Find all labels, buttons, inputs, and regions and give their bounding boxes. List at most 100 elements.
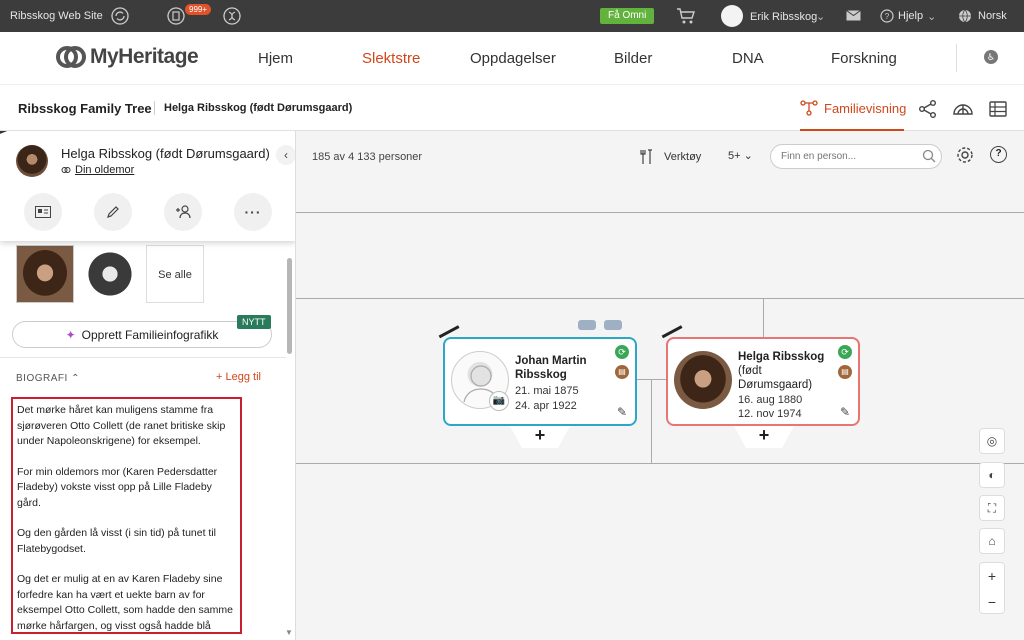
record-match-icon[interactable]: ▤ xyxy=(838,365,852,379)
tree-canvas[interactable]: 📷 Johan Martin Ribsskog 21. mai 1875 24.… xyxy=(296,183,1024,640)
person-card-helga[interactable]: Helga Ribsskog (født Dørumsgaard) 16. au… xyxy=(661,325,860,426)
zoom-controls: + − xyxy=(979,562,1005,614)
section-divider xyxy=(0,357,286,358)
user-avatar[interactable] xyxy=(721,5,743,27)
person-name: Helga Ribsskog (født Dørumsgaard) xyxy=(738,350,828,392)
id-card-icon xyxy=(35,206,51,218)
globe-icon[interactable]: ◎ xyxy=(979,428,1005,454)
person-card-johan[interactable]: 📷 Johan Martin Ribsskog 21. mai 1875 24.… xyxy=(438,325,637,426)
collapse-panel-button[interactable]: ‹ xyxy=(276,145,295,165)
get-omni-button[interactable]: Få Omni xyxy=(600,8,655,24)
new-badge: NYTT xyxy=(237,315,271,329)
tree-line xyxy=(296,212,1024,213)
sparkle-icon: ✦ xyxy=(65,327,76,342)
sync-icon[interactable] xyxy=(110,6,130,26)
add-relative-button[interactable] xyxy=(164,193,202,231)
biography-heading[interactable]: BIOGRAFI ⌃ xyxy=(16,373,80,384)
biography-paragraph: Og det er mulig at en av Karen Fladeby s… xyxy=(17,573,233,632)
more-icon: ··· xyxy=(244,204,262,220)
person-maiden-name: (født Dørumsgaard) xyxy=(738,365,813,391)
help-icon[interactable]: ? xyxy=(990,146,1007,163)
person-panel: Helga Ribsskog (født Dørumsgaard) Din ol… xyxy=(0,131,296,640)
nav-discoveries[interactable]: Oppdagelser xyxy=(470,50,556,67)
person-name-main: Helga Ribsskog xyxy=(738,351,825,363)
site-link[interactable]: Ribsskog Web Site xyxy=(10,10,103,22)
smart-match-icon[interactable]: ⟳ xyxy=(615,345,629,359)
smart-match-icon[interactable]: ⟳ xyxy=(838,345,852,359)
add-relative-plus[interactable]: + xyxy=(510,426,570,448)
notifications-icon[interactable] xyxy=(166,6,186,26)
accessibility-icon[interactable]: ♿ xyxy=(984,50,998,64)
relationship-icon xyxy=(61,167,71,173)
biography-text: Det mørke håret kan muligens stamme fra … xyxy=(11,397,242,634)
add-biography-button[interactable]: + Legg til xyxy=(216,371,261,383)
dna-icon[interactable] xyxy=(222,6,242,26)
add-person-icon xyxy=(176,205,191,219)
list-view-icon[interactable] xyxy=(988,99,1008,119)
profile-card-button[interactable] xyxy=(24,193,62,231)
person-name: Johan Martin Ribsskog xyxy=(515,355,587,381)
family-view-tab[interactable]: Familievisning xyxy=(800,100,906,116)
death-date: 12. nov 1974 xyxy=(738,408,802,420)
search-icon[interactable] xyxy=(922,149,936,166)
nav-home[interactable]: Hjem xyxy=(258,50,293,67)
zoom-in-button[interactable]: + xyxy=(980,563,1004,589)
deceased-mark xyxy=(438,325,463,345)
zoom-out-button[interactable]: − xyxy=(980,589,1004,615)
myheritage-logo[interactable]: MyHeritage xyxy=(56,45,199,69)
camera-icon[interactable]: 📷 xyxy=(489,391,509,411)
language-selector[interactable]: Norsk xyxy=(958,9,1007,23)
family-view-icon xyxy=(800,100,818,116)
nav-dna[interactable]: DNA xyxy=(732,50,764,67)
person-photo[interactable] xyxy=(674,351,732,409)
language-label: Norsk xyxy=(978,10,1007,22)
logo-icon xyxy=(56,46,86,68)
deceased-mark xyxy=(661,325,686,345)
scrollbar-thumb[interactable] xyxy=(287,258,292,354)
nav-divider xyxy=(956,44,957,72)
record-match-icon[interactable]: ▤ xyxy=(615,365,629,379)
cart-icon[interactable] xyxy=(676,7,696,28)
user-name[interactable]: Erik Ribsskog xyxy=(750,11,817,23)
tools-button[interactable]: Verktøy xyxy=(640,149,701,165)
help-menu[interactable]: ? Hjelp ⌄ xyxy=(880,9,936,23)
home-icon[interactable]: ⌂ xyxy=(979,528,1005,554)
infographic-label: Opprett Familieinfografikk xyxy=(81,327,219,342)
fullscreen-icon[interactable]: ⛶ xyxy=(979,495,1005,521)
family-view-label: Familievisning xyxy=(824,100,907,116)
spouse-connector[interactable] xyxy=(578,319,624,331)
chevron-down-icon[interactable]: ⌄ xyxy=(816,10,825,23)
see-all-photos-button[interactable]: Se alle xyxy=(146,245,204,303)
mail-icon[interactable] xyxy=(846,10,861,24)
help-icon: ? xyxy=(880,9,894,23)
tree-line xyxy=(651,379,652,463)
create-infographic-button[interactable]: ✦ Opprett Familieinfografikk xyxy=(12,321,272,348)
birth-date: 16. aug 1880 xyxy=(738,394,803,406)
edit-pencil-icon[interactable]: ✎ xyxy=(840,405,850,419)
nav-photos[interactable]: Bilder xyxy=(614,50,652,67)
palette-icon[interactable]: ◐ xyxy=(979,462,1005,488)
person-count: 185 av 4 133 personer xyxy=(312,151,423,163)
nav-research[interactable]: Forskning xyxy=(831,50,897,67)
main-nav: MyHeritage Hjem Slektstre Oppdagelser Bi… xyxy=(0,32,1024,84)
add-relative-plus[interactable]: + xyxy=(734,426,794,448)
edit-pencil-icon[interactable]: ✎ xyxy=(617,405,627,419)
biography-paragraph: Og den gården lå visst (i sin tid) på tu… xyxy=(17,527,217,555)
biography-paragraph: Det mørke håret kan muligens stamme fra … xyxy=(17,404,226,447)
generations-selector[interactable]: 5+ ⌄ xyxy=(728,149,753,162)
relationship-label: Din oldemor xyxy=(75,164,135,176)
nav-family-tree[interactable]: Slektstre xyxy=(362,50,420,67)
edit-person-button[interactable] xyxy=(94,193,132,231)
scroll-down-arrow[interactable]: ▼ xyxy=(285,628,293,637)
more-options-button[interactable]: ··· xyxy=(234,193,272,231)
top-bar: Ribsskog Web Site 999+ Få Omni Erik Ribs… xyxy=(0,0,1024,32)
photo-thumbnail[interactable] xyxy=(16,245,74,303)
tree-name[interactable]: Ribsskog Family Tree xyxy=(18,101,152,116)
find-person-input[interactable] xyxy=(770,144,942,169)
relationship-link[interactable]: Din oldemor xyxy=(61,164,134,176)
pedigree-view-icon[interactable] xyxy=(918,99,938,119)
photo-thumbnail[interactable] xyxy=(81,245,139,303)
fan-view-icon[interactable] xyxy=(952,99,973,119)
person-photo[interactable] xyxy=(16,145,48,177)
settings-gear-icon[interactable] xyxy=(956,146,974,167)
